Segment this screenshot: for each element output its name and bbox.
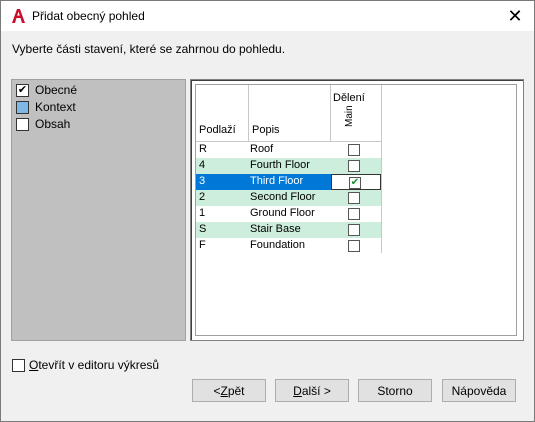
levels-grid-panel: Dělení Podlaží Popis Main R Roof 4 Fourth F…	[190, 79, 524, 341]
desc-cell: Foundation	[250, 239, 306, 251]
part-color-swatch[interactable]	[16, 100, 29, 114]
main-checkbox[interactable]	[348, 240, 360, 252]
levels-grid[interactable]: Dělení Podlaží Popis Main R Roof 4 Fourth F…	[195, 84, 517, 336]
desc-cell: Roof	[250, 143, 274, 155]
building-parts-list[interactable]: ✔ Obecné Kontext Obsah	[11, 79, 186, 341]
main-checkbox[interactable]	[348, 224, 360, 236]
table-row[interactable]: R Roof	[196, 142, 381, 158]
level-cell: 2	[199, 191, 206, 203]
main-checkbox[interactable]: ✔	[349, 177, 361, 189]
table-row[interactable]: S Stair Base	[196, 222, 381, 238]
checkbox-box[interactable]	[12, 358, 25, 372]
main-cell	[331, 190, 381, 206]
grid-divider	[381, 85, 382, 253]
level-cell: F	[199, 239, 206, 251]
title-bar[interactable]: Přidat obecný pohled ✕	[1, 1, 534, 31]
instruction-text: Vyberte části stavení, které se zahrnou …	[12, 42, 286, 56]
part-item-obecne[interactable]: ✔ Obecné	[16, 82, 184, 98]
dialog-window: Přidat obecný pohled ✕ Vyberte části sta…	[0, 0, 535, 422]
main-cell	[331, 206, 381, 222]
main-checkbox[interactable]	[348, 160, 360, 172]
part-item-kontext[interactable]: Kontext	[16, 99, 184, 115]
table-row[interactable]: 2 Second Floor	[196, 190, 381, 206]
back-button[interactable]: < Zpět	[192, 379, 266, 402]
table-row[interactable]: 3 Third Floor ✔	[196, 174, 381, 190]
main-checkbox[interactable]	[348, 144, 360, 156]
main-cell	[331, 222, 381, 238]
desc-cell: Ground Floor	[250, 207, 315, 219]
main-cell	[331, 142, 381, 158]
col-header-level: Podlaží	[199, 124, 236, 136]
part-checkbox[interactable]: ✔	[16, 83, 29, 97]
desc-cell: Fourth Floor	[250, 159, 310, 171]
level-cell: 4	[199, 159, 206, 171]
window-title: Přidat obecný pohled	[32, 9, 145, 23]
part-label: Kontext	[35, 100, 76, 114]
main-cell: ✔	[331, 174, 381, 190]
level-cell: 1	[199, 207, 206, 219]
col-header-main: Main	[344, 105, 355, 127]
table-row[interactable]: 1 Ground Floor	[196, 206, 381, 222]
part-label: Obecné	[35, 83, 78, 97]
level-cell: S	[199, 223, 207, 235]
group-header-deleni: Dělení	[333, 92, 365, 104]
help-button[interactable]: Nápověda	[442, 379, 516, 402]
close-icon[interactable]: ✕	[500, 1, 530, 31]
col-header-desc: Popis	[252, 124, 280, 136]
desc-cell: Second Floor	[250, 191, 316, 203]
cancel-button[interactable]: Storno	[358, 379, 432, 402]
part-item-obsah[interactable]: Obsah	[16, 116, 184, 132]
desc-cell: Third Floor	[250, 175, 304, 187]
main-checkbox[interactable]	[348, 208, 360, 220]
desc-cell: Stair Base	[250, 223, 301, 235]
open-in-editor-label: Otevřít v editoru výkresů	[29, 358, 160, 372]
table-row[interactable]: 4 Fourth Floor	[196, 158, 381, 174]
main-checkbox[interactable]	[348, 192, 360, 204]
table-row[interactable]: F Foundation	[196, 238, 381, 254]
next-button[interactable]: Další >	[275, 379, 349, 402]
part-label: Obsah	[35, 117, 71, 131]
part-checkbox[interactable]	[16, 117, 29, 131]
main-cell	[331, 238, 381, 254]
level-cell: R	[199, 143, 207, 155]
level-cell: 3	[199, 175, 206, 187]
open-in-editor-checkbox[interactable]: Otevřít v editoru výkresů	[12, 358, 159, 372]
autocad-a-icon	[10, 8, 26, 24]
main-cell	[331, 158, 381, 174]
